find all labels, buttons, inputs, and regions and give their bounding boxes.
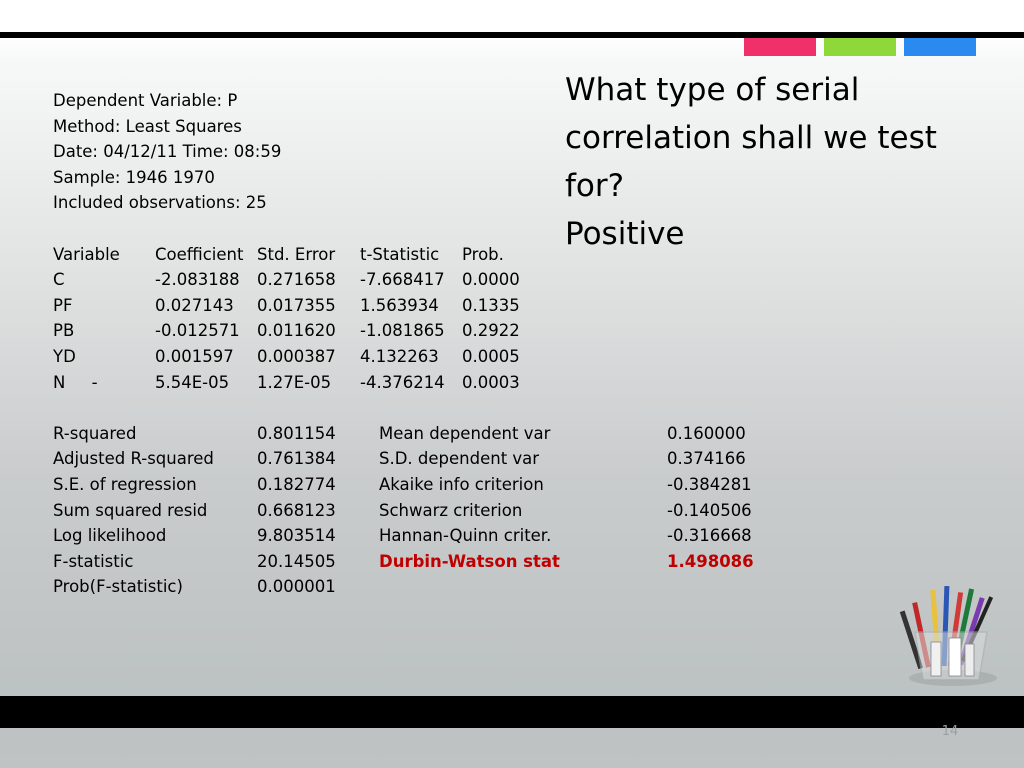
stat-label: Prob(F-statistic) (53, 577, 183, 597)
stats-row-se-regression: S.E. of regression 0.182774 Akaike info … (53, 472, 752, 498)
cell-t-statistic: 4.132263 (360, 346, 439, 366)
coef-row-pf: PF 0.027143 0.017355 1.563934 0.1335 (53, 293, 520, 319)
cell-std-error: 1.27E-05 (257, 372, 332, 392)
cell-t-statistic: -1.081865 (360, 321, 445, 341)
stat-label: F-statistic (53, 551, 134, 571)
durbin-watson-label: Durbin-Watson stat (379, 551, 560, 571)
stat-label: Sum squared resid (53, 500, 208, 520)
cell-prob: 0.2922 (462, 321, 520, 341)
cell-variable: YD (53, 346, 76, 366)
durbin-watson-value: 1.498086 (667, 551, 754, 571)
cell-coefficient: -2.083188 (155, 270, 240, 290)
cell-coefficient: 0.027143 (155, 295, 234, 315)
question-text: What type of serial correlation shall we… (565, 66, 985, 258)
cell-std-error: 0.271658 (257, 270, 336, 290)
stat-label: Log likelihood (53, 526, 167, 546)
cell-variable: C (53, 270, 65, 290)
cell-prob: 0.0003 (462, 372, 520, 392)
stat-value: 0.761384 (257, 449, 336, 469)
stats-row-log-likelihood: Log likelihood 9.803514 Hannan-Quinn cri… (53, 523, 752, 549)
stat-label-right: Akaike info criterion (379, 474, 544, 494)
header-std-error: Std. Error (257, 244, 336, 264)
observations-line: Included observations: 25 (53, 193, 267, 213)
date-time-line: Date: 04/12/11 Time: 08:59 (53, 142, 282, 162)
page-number: 14 (941, 724, 959, 739)
question-line-2: correlation shall we test (565, 120, 937, 156)
coef-row-pb: PB -0.012571 0.011620 -1.081865 0.2922 (53, 318, 520, 344)
stat-label-right: S.D. dependent var (379, 449, 540, 469)
pencil-cup-icon (899, 585, 997, 686)
stats-row-adj-r-squared: Adjusted R-squared 0.761384 S.D. depende… (53, 446, 746, 472)
cell-prob: 0.0000 (462, 270, 520, 290)
answer-text: Positive (565, 216, 685, 252)
stat-value-right: 0.374166 (667, 449, 746, 469)
header-prob: Prob. (462, 244, 504, 264)
cell-std-error: 0.011620 (257, 321, 336, 341)
cell-variable: N - (53, 372, 98, 392)
cell-prob: 0.0005 (462, 346, 520, 366)
stat-value: 0.801154 (257, 423, 336, 443)
stat-label-right: Hannan-Quinn criter. (379, 526, 552, 546)
stat-value: 0.000001 (257, 577, 336, 597)
stat-label: Adjusted R-squared (53, 449, 214, 469)
stat-value: 20.14505 (257, 551, 336, 571)
cell-prob: 0.1335 (462, 295, 520, 315)
stat-value: 0.668123 (257, 500, 336, 520)
method-line: Method: Least Squares (53, 116, 242, 136)
cell-t-statistic: -4.376214 (360, 372, 445, 392)
regression-output: Dependent Variable: P Method: Least Squa… (53, 88, 754, 600)
header-variable: Variable (53, 244, 120, 264)
stat-value-right: -0.140506 (667, 500, 752, 520)
stat-value-right: -0.316668 (667, 526, 752, 546)
accent-block-blue (904, 38, 976, 56)
stat-label: S.E. of regression (53, 474, 197, 494)
question-line-3: for? (565, 168, 625, 204)
stat-value-right: 0.160000 (667, 423, 746, 443)
dependent-variable-line: Dependent Variable: P (53, 91, 238, 110)
cell-std-error: 0.017355 (257, 295, 336, 315)
stats-row-prob-f: Prob(F-statistic) 0.000001 (53, 574, 336, 600)
sample-line: Sample: 1946 1970 (53, 167, 215, 187)
cell-coefficient: 5.54E-05 (155, 372, 230, 392)
coef-row-yd: YD 0.001597 0.000387 4.132263 0.0005 (53, 344, 520, 370)
cell-coefficient: 0.001597 (155, 346, 234, 366)
header-t-statistic: t-Statistic (360, 244, 440, 264)
question-line-1: What type of serial (565, 72, 860, 108)
bottom-bar (0, 696, 1024, 728)
cell-std-error: 0.000387 (257, 346, 336, 366)
stat-value: 0.182774 (257, 474, 336, 494)
coef-row-c: C -2.083188 0.271658 -7.668417 0.0000 (53, 267, 520, 293)
stat-label-right: Mean dependent var (379, 423, 551, 443)
accent-block-green (824, 38, 896, 56)
stat-label: R-squared (53, 423, 137, 443)
stats-row-ssr: Sum squared resid 0.668123 Schwarz crite… (53, 498, 752, 524)
cell-variable: PB (53, 321, 75, 341)
stats-row-r-squared: R-squared 0.801154 Mean dependent var 0.… (53, 421, 746, 447)
stat-value-right: -0.384281 (667, 474, 752, 494)
cell-variable: PF (53, 295, 73, 315)
stat-label-right: Schwarz criterion (379, 500, 523, 520)
stat-value: 9.803514 (257, 526, 336, 546)
coef-table-header: Variable Coefficient Std. Error t-Statis… (53, 242, 504, 268)
coef-row-n: N - 5.54E-05 1.27E-05 -4.376214 0.0003 (53, 370, 520, 396)
stats-row-f-statistic: F-statistic 20.14505 Durbin-Watson stat … (53, 549, 754, 575)
header-coefficient: Coefficient (155, 244, 244, 264)
cell-coefficient: -0.012571 (155, 321, 240, 341)
cell-t-statistic: 1.563934 (360, 295, 439, 315)
accent-block-pink (744, 38, 816, 56)
cell-t-statistic: -7.668417 (360, 270, 445, 290)
